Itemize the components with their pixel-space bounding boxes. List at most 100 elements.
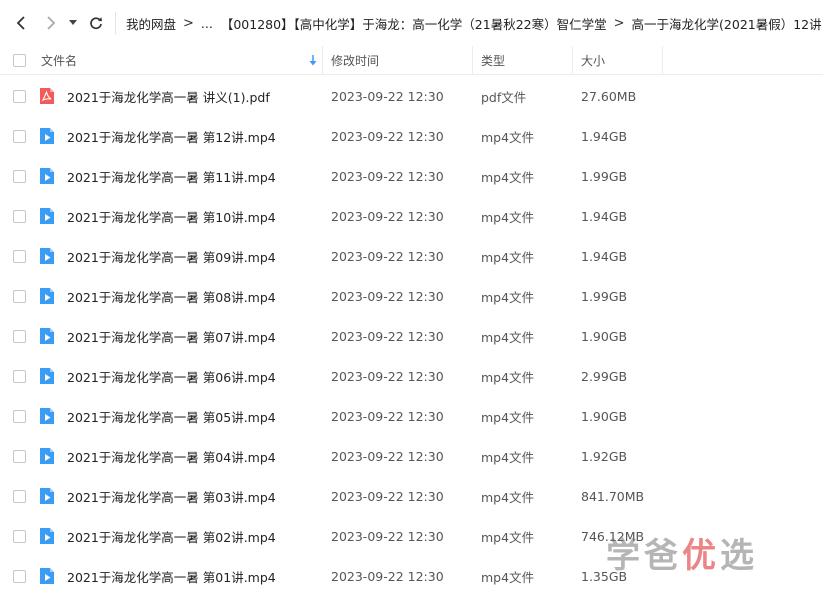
toolbar: 我的网盘 > ... 【001280】【高中化学】于海龙：高一化学（21暑秋22… [0,0,823,46]
row-checkbox[interactable] [13,369,26,383]
row-checkbox-cell[interactable] [13,236,26,276]
file-size: 1.94GB [581,208,628,224]
row-checkbox-cell[interactable] [13,436,26,476]
watermark: 学爸优选 [606,528,758,577]
video-icon [40,248,54,264]
row-checkbox[interactable] [13,249,26,263]
column-header-time[interactable]: 修改时间 [331,46,379,74]
row-checkbox[interactable] [13,409,26,423]
table-row[interactable]: 2021于海龙化学高一暑 第09讲.mp4 2023-09-22 12:30 m… [0,236,823,276]
file-icon-cell [38,116,56,156]
row-checkbox[interactable] [13,569,26,583]
file-type: mp4文件 [481,369,535,385]
file-size: 841.70MB [581,488,645,504]
file-name[interactable]: 2021于海龙化学高一暑 第12讲.mp4 [67,116,276,156]
forward-button[interactable] [40,12,62,34]
row-checkbox-cell[interactable] [13,76,26,116]
row-checkbox-cell[interactable] [13,356,26,396]
row-checkbox[interactable] [13,129,26,143]
row-checkbox-cell[interactable] [13,476,26,516]
file-size: 1.99GB [581,168,628,184]
caret-down-icon [69,20,77,25]
row-checkbox-cell[interactable] [13,156,26,196]
table-row[interactable]: 2021于海龙化学高一暑 第04讲.mp4 2023-09-22 12:30 m… [0,436,823,476]
column-header-name[interactable]: 文件名 [41,46,77,74]
table-row[interactable]: 2021于海龙化学高一暑 第10讲.mp4 2023-09-22 12:30 m… [0,196,823,236]
column-divider[interactable] [572,46,573,74]
column-divider[interactable] [662,46,663,74]
file-name[interactable]: 2021于海龙化学高一暑 第01讲.mp4 [67,556,276,596]
column-header-size[interactable]: 大小 [581,46,605,74]
row-checkbox-cell[interactable] [13,316,26,356]
file-size: 1.94GB [581,248,628,264]
video-icon [40,328,54,344]
pdf-icon [40,88,54,104]
row-checkbox[interactable] [13,89,26,103]
table-row[interactable]: 2021于海龙化学高一暑 讲义(1).pdf 2023-09-22 12:30 … [0,76,823,116]
video-icon [40,128,54,144]
table-row[interactable]: 2021于海龙化学高一暑 第05讲.mp4 2023-09-22 12:30 m… [0,396,823,436]
row-checkbox[interactable] [13,209,26,223]
file-name[interactable]: 2021于海龙化学高一暑 第09讲.mp4 [67,236,276,276]
video-icon [40,568,54,584]
row-checkbox-cell[interactable] [13,396,26,436]
row-checkbox-cell[interactable] [13,556,26,596]
row-checkbox-cell[interactable] [13,116,26,156]
file-name[interactable]: 2021于海龙化学高一暑 第02讲.mp4 [67,516,276,556]
table-row[interactable]: 2021于海龙化学高一暑 第06讲.mp4 2023-09-22 12:30 m… [0,356,823,396]
table-row[interactable]: 2021于海龙化学高一暑 第03讲.mp4 2023-09-22 12:30 m… [0,476,823,516]
row-checkbox-cell[interactable] [13,516,26,556]
file-size: 1.92GB [581,448,628,464]
file-modified-time: 2023-09-22 12:30 [331,448,444,464]
refresh-button[interactable] [86,12,106,34]
row-checkbox[interactable] [13,289,26,303]
file-name[interactable]: 2021于海龙化学高一暑 第08讲.mp4 [67,276,276,316]
row-checkbox[interactable] [13,329,26,343]
file-icon-cell [38,236,56,276]
breadcrumb-separator: > [613,15,625,31]
sort-arrow-icon[interactable] [309,46,317,74]
column-divider[interactable] [322,46,323,74]
column-header-type[interactable]: 类型 [481,46,505,74]
breadcrumb-item-course[interactable]: 【001280】【高中化学】于海龙：高一化学（21暑秋22寒）智仁学堂 [221,14,607,33]
file-name[interactable]: 2021于海龙化学高一暑 第07讲.mp4 [67,316,276,356]
back-button[interactable] [10,12,32,34]
row-checkbox-cell[interactable] [13,196,26,236]
table-row[interactable]: 2021于海龙化学高一暑 第07讲.mp4 2023-09-22 12:30 m… [0,316,823,356]
row-checkbox[interactable] [13,449,26,463]
breadcrumb-item-ellipsis[interactable]: ... [201,16,213,31]
breadcrumb-item-current[interactable]: 高一于海龙化学(2021暑假）12讲 [632,14,822,33]
breadcrumb-item-root[interactable]: 我的网盘 [126,14,176,33]
row-checkbox[interactable] [13,489,26,503]
column-divider[interactable] [472,46,473,74]
file-icon-cell [38,396,56,436]
file-name[interactable]: 2021于海龙化学高一暑 第06讲.mp4 [67,356,276,396]
table-row[interactable]: 2021于海龙化学高一暑 第08讲.mp4 2023-09-22 12:30 m… [0,276,823,316]
file-icon-cell [38,156,56,196]
row-checkbox[interactable] [13,169,26,183]
file-modified-time: 2023-09-22 12:30 [331,168,444,184]
file-name[interactable]: 2021于海龙化学高一暑 第04讲.mp4 [67,436,276,476]
file-name[interactable]: 2021于海龙化学高一暑 第10讲.mp4 [67,196,276,236]
table-row[interactable]: 2021于海龙化学高一暑 第12讲.mp4 2023-09-22 12:30 m… [0,116,823,156]
video-icon [40,488,54,504]
file-icon-cell [38,556,56,596]
breadcrumb: 我的网盘 > ... 【001280】【高中化学】于海龙：高一化学（21暑秋22… [126,12,823,34]
file-name[interactable]: 2021于海龙化学高一暑 第11讲.mp4 [67,156,276,196]
file-modified-time: 2023-09-22 12:30 [331,328,444,344]
row-checkbox[interactable] [13,529,26,543]
file-modified-time: 2023-09-22 12:30 [331,208,444,224]
table-row[interactable]: 2021于海龙化学高一暑 第11讲.mp4 2023-09-22 12:30 m… [0,156,823,196]
file-type: mp4文件 [481,529,535,545]
history-dropdown-button[interactable] [66,12,80,34]
select-all-checkbox-cell[interactable] [13,46,26,74]
file-type: pdf文件 [481,89,527,105]
file-type: mp4文件 [481,569,535,585]
select-all-checkbox[interactable] [13,53,26,67]
video-icon [40,528,54,544]
row-checkbox-cell[interactable] [13,276,26,316]
file-name[interactable]: 2021于海龙化学高一暑 第03讲.mp4 [67,476,276,516]
file-name[interactable]: 2021于海龙化学高一暑 第05讲.mp4 [67,396,276,436]
file-name[interactable]: 2021于海龙化学高一暑 讲义(1).pdf [67,76,270,116]
file-type: mp4文件 [481,209,535,225]
